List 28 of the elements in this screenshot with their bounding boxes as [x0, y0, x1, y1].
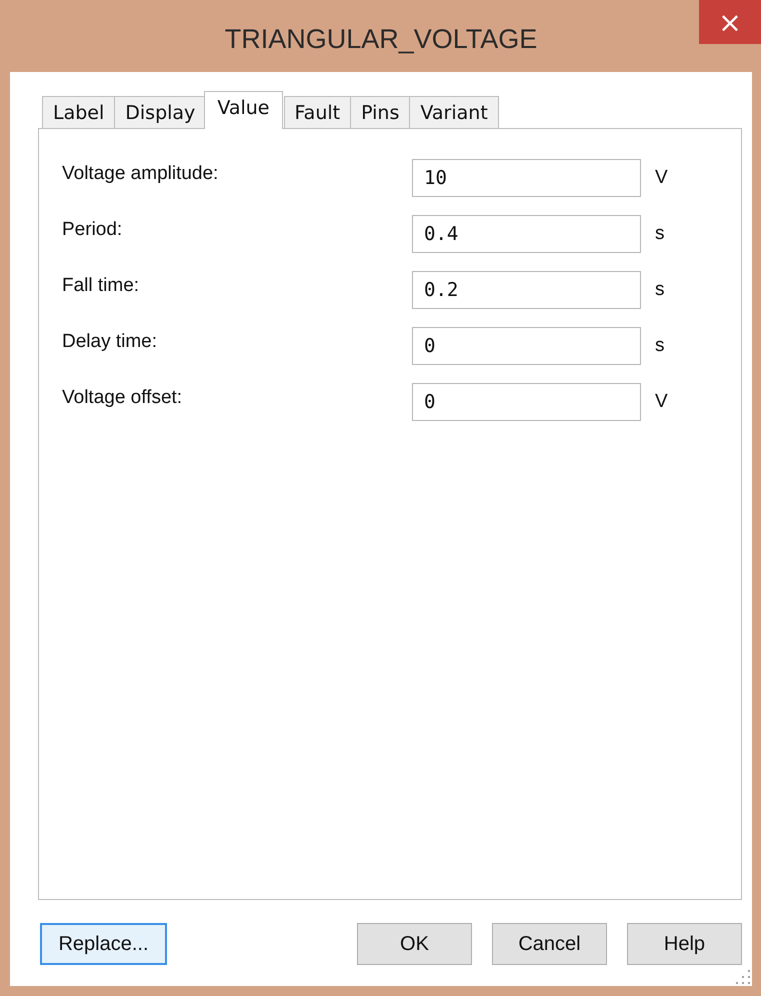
field-label: Voltage offset:	[62, 387, 184, 409]
unit-label: s	[655, 335, 664, 357]
dialog-button[interactable]: Replace...	[40, 923, 167, 965]
unit-label: s	[655, 279, 664, 301]
tab[interactable]: Pins	[350, 96, 410, 128]
field-label: Voltage amplitude:	[62, 163, 220, 185]
input-field[interactable]: 0.2	[412, 271, 641, 309]
field-label: Fall time:	[62, 275, 140, 297]
tab[interactable]: Fault	[284, 96, 352, 128]
tab[interactable]: Label	[42, 96, 116, 128]
unit-label: s	[655, 223, 664, 245]
unit-label: V	[655, 167, 668, 189]
dialog-button[interactable]: Help	[627, 923, 742, 965]
input-field[interactable]: 10	[412, 159, 641, 197]
field-label: Period:	[62, 219, 124, 241]
dialog-button[interactable]: Cancel	[492, 923, 607, 965]
tab[interactable]: Variant	[409, 96, 499, 128]
close-button[interactable]: ×	[699, 0, 761, 44]
input-field[interactable]: 0.4	[412, 215, 641, 253]
unit-label: V	[655, 391, 668, 413]
tab[interactable]: Display	[114, 96, 206, 128]
resize-grip-icon[interactable]	[734, 968, 752, 986]
input-field[interactable]: 0	[412, 383, 641, 421]
tab[interactable]: Value	[204, 91, 282, 129]
input-field[interactable]: 0	[412, 327, 641, 365]
field-label: Delay time:	[62, 331, 158, 353]
window-title: TRIANGULAR_VOLTAGE	[224, 24, 538, 54]
dialog-button[interactable]: OK	[357, 923, 472, 965]
